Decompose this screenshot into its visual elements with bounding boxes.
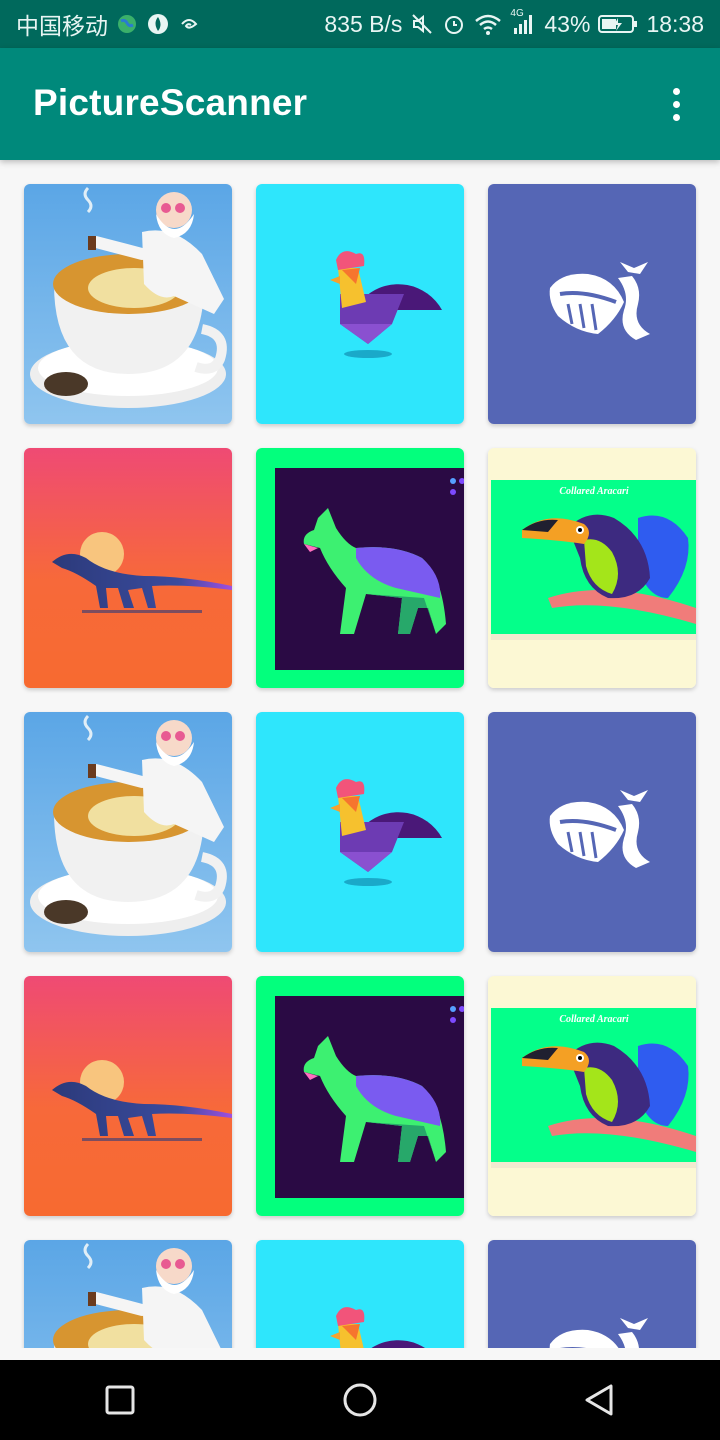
back-triangle-icon [585, 1384, 613, 1416]
status-bar: 中国移动 835 B/s 4G 43% 18:38 [0, 0, 720, 48]
whale-image [488, 712, 696, 952]
swirl-icon [178, 13, 200, 35]
app-title: PictureScanner [33, 82, 308, 123]
thumbnail-whale[interactable] [488, 1240, 696, 1348]
back-button[interactable] [560, 1360, 640, 1440]
home-circle-icon [343, 1383, 377, 1417]
toucan-caption: Collared Aracari [559, 486, 629, 497]
thumbnail-toucan[interactable]: Collared Aracari [488, 976, 696, 1216]
thumbnail-dinosaur-sunset[interactable] [24, 976, 232, 1216]
thumbnail-old-man-teacup[interactable] [24, 712, 232, 952]
app-notification-icon [146, 12, 170, 36]
thumbnail-old-man-teacup[interactable] [24, 1240, 232, 1348]
old-man-teacup-image [24, 712, 232, 952]
mute-icon [410, 12, 434, 36]
toucan-caption: Collared Aracari [559, 1014, 629, 1025]
thumbnail-rooster[interactable] [256, 184, 464, 424]
whale-image [488, 1240, 696, 1348]
thumbnail-rooster[interactable] [256, 1240, 464, 1348]
thumbnail-old-man-teacup[interactable] [24, 184, 232, 424]
battery-percent: 43% [544, 10, 591, 37]
thumbnail-whale[interactable] [488, 712, 696, 952]
wifi-icon [474, 12, 502, 36]
thumbnail-dinosaur-sunset[interactable] [24, 448, 232, 688]
battery-charging-icon [598, 13, 638, 35]
thumbnail-whale[interactable] [488, 184, 696, 424]
whale-image [488, 184, 696, 424]
app-bar: PictureScanner [0, 48, 720, 160]
earth-icon [116, 13, 138, 35]
thumbnail-rooster[interactable] [256, 712, 464, 952]
dog-neon-image [256, 448, 464, 688]
more-vert-icon [672, 87, 680, 95]
toucan-image: Collared Aracari [488, 448, 696, 688]
thumbnail-toucan[interactable]: Collared Aracari [488, 448, 696, 688]
navigation-bar [0, 1360, 720, 1440]
rooster-image [256, 1240, 464, 1348]
net-speed: 835 B/s [324, 10, 403, 37]
clock: 18:38 [646, 10, 704, 37]
alarm-icon [442, 12, 466, 36]
image-grid[interactable]: Collared Aracari Collared Aracari [0, 160, 720, 1348]
home-button[interactable] [320, 1360, 400, 1440]
dinosaur-sunset-image [24, 448, 232, 688]
dinosaur-sunset-image [24, 976, 232, 1216]
rooster-image [256, 712, 464, 952]
toucan-image: Collared Aracari [488, 976, 696, 1216]
old-man-teacup-image [24, 184, 232, 424]
rooster-image [256, 184, 464, 424]
more-options-button[interactable] [656, 78, 696, 130]
recents-square-icon [105, 1385, 135, 1415]
network-type: 4G [510, 8, 524, 19]
thumbnail-dog-neon[interactable] [256, 448, 464, 688]
thumbnail-dog-neon[interactable] [256, 976, 464, 1216]
dog-neon-image [256, 976, 464, 1216]
old-man-teacup-image [24, 1240, 232, 1348]
carrier-name: 中国移动 [16, 13, 108, 39]
recents-button[interactable] [80, 1360, 160, 1440]
signal-icon: 4G [510, 8, 536, 36]
